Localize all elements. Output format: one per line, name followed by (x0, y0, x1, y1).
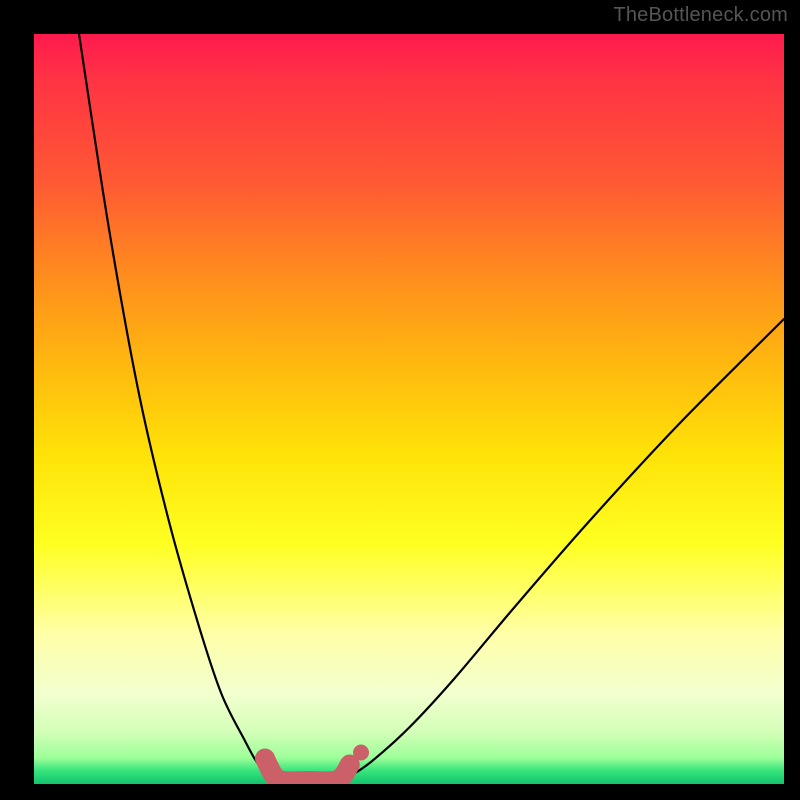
curve-right (334, 319, 784, 782)
curve-left (79, 34, 284, 782)
valley-dot (353, 745, 369, 761)
plot-area (34, 34, 784, 784)
watermark-text: TheBottleneck.com (613, 4, 788, 27)
curve-layer (34, 34, 784, 784)
outer-frame: TheBottleneck.com (0, 0, 800, 800)
valley-ribbon (265, 759, 350, 782)
